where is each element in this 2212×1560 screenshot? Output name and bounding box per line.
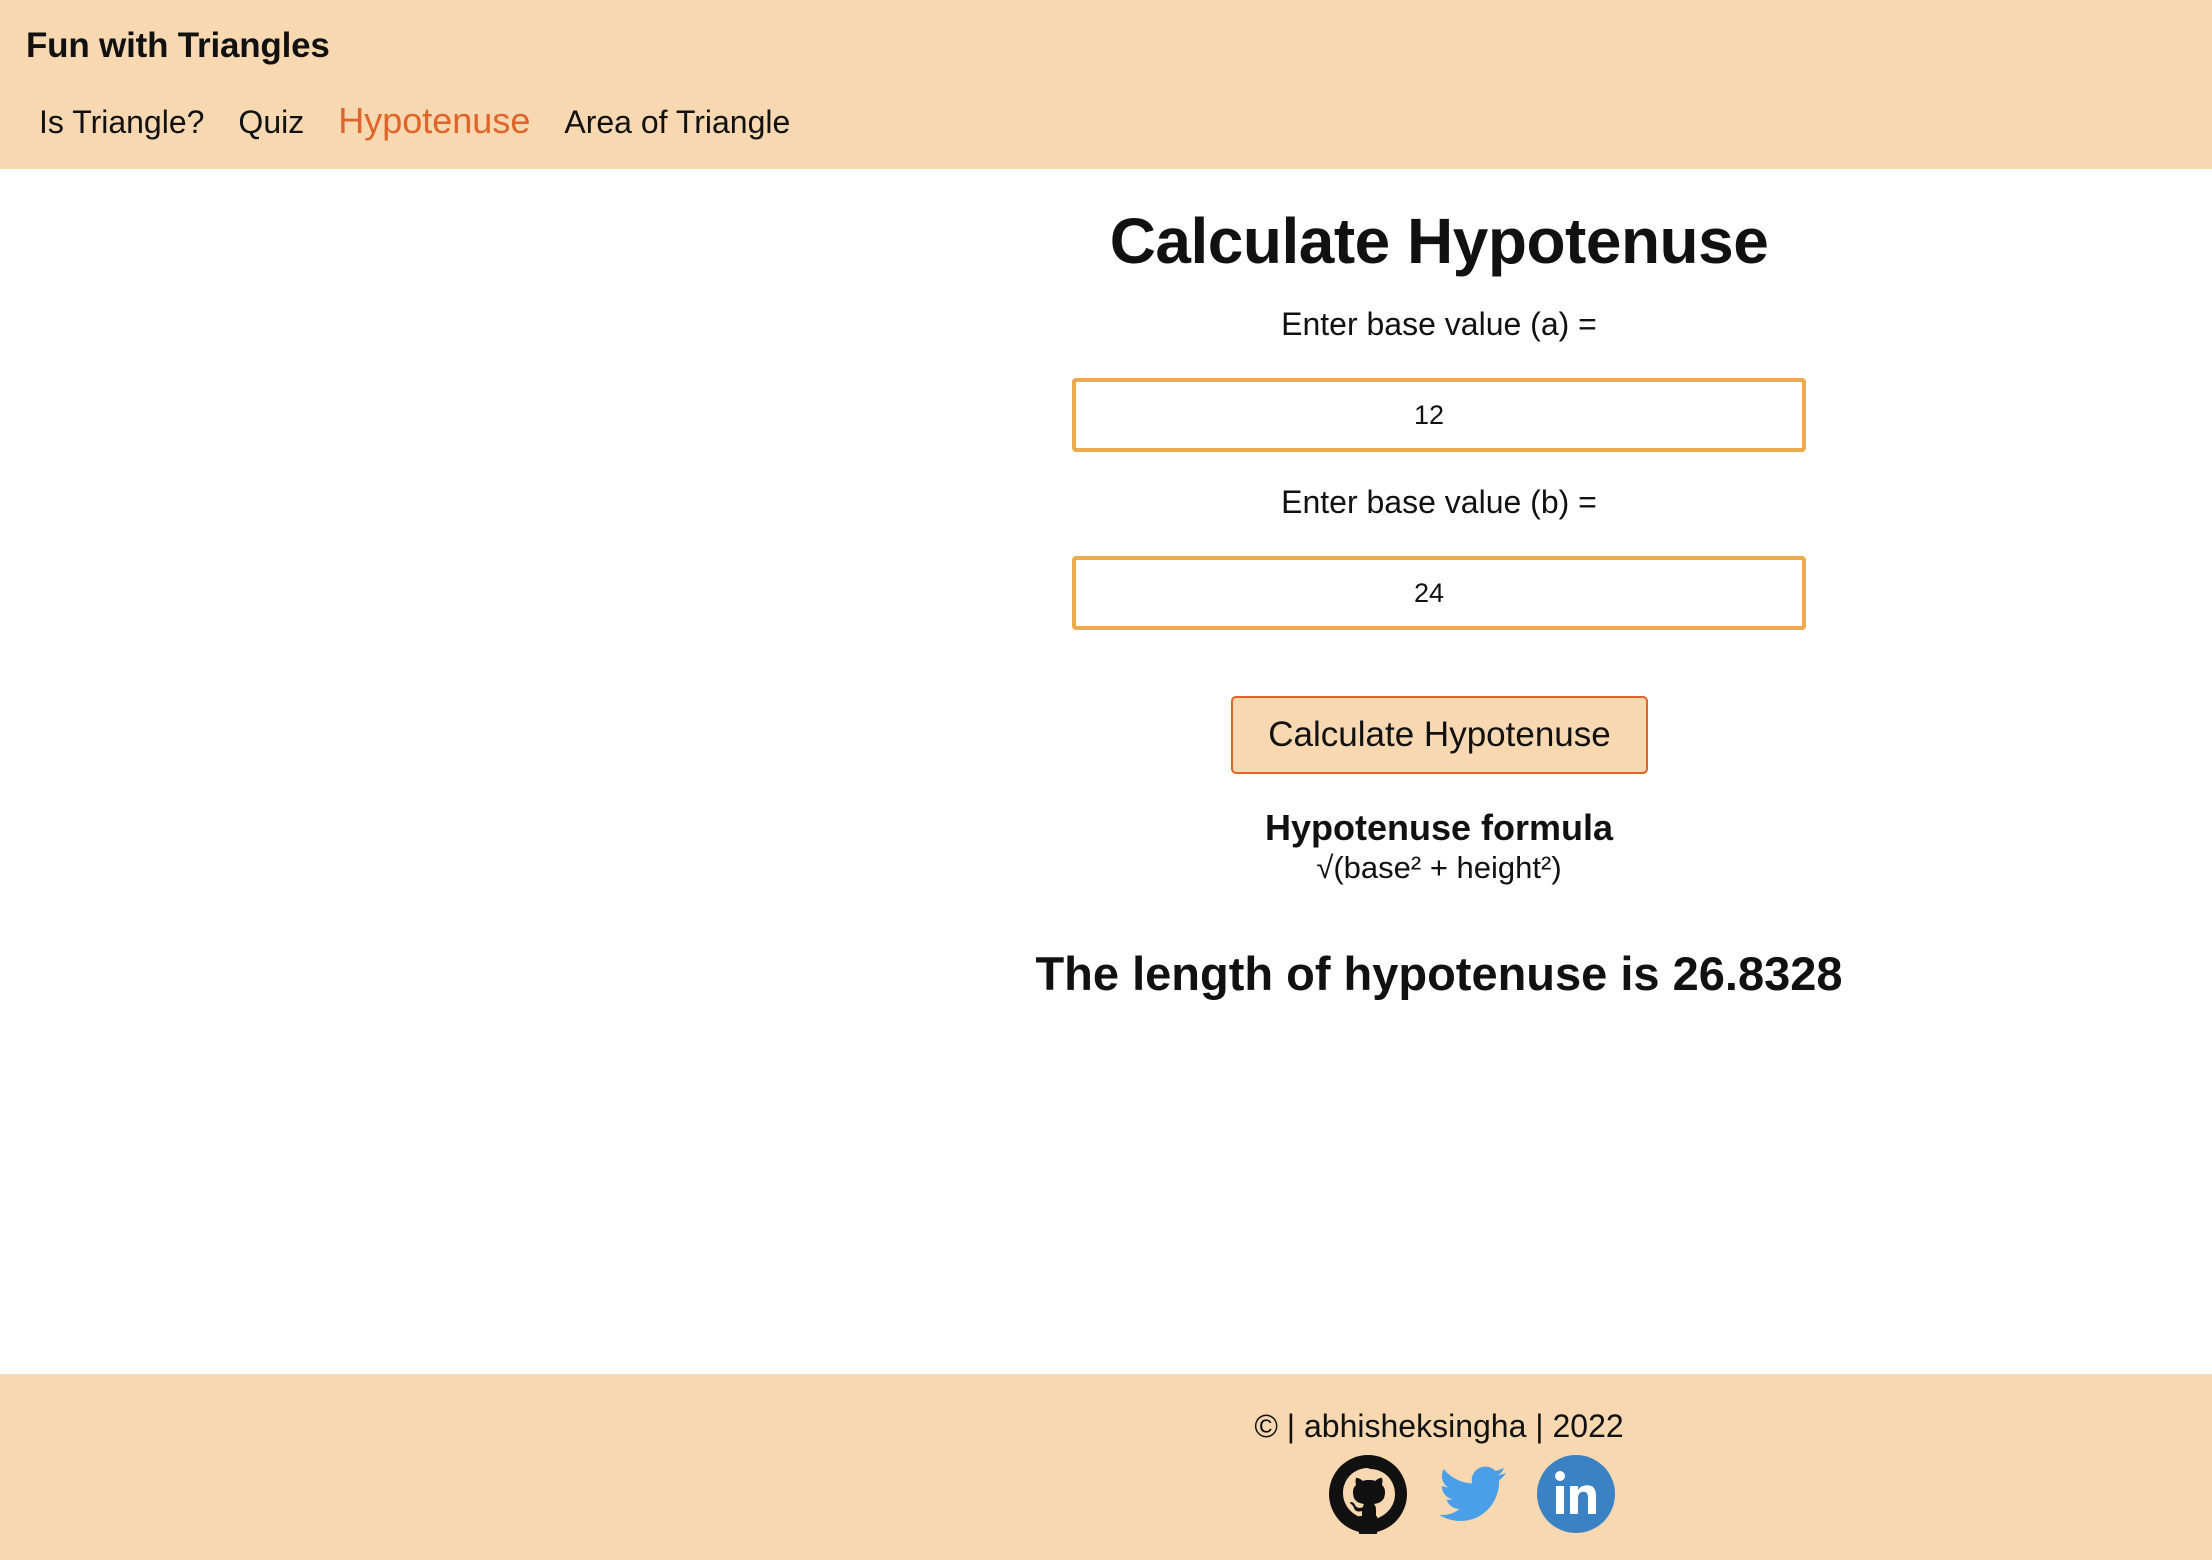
base-a-label: Enter base value (a) =	[1281, 306, 1597, 342]
base-b-input[interactable]	[1072, 556, 1806, 630]
linkedin-icon	[1537, 1455, 1615, 1533]
copyright-text: © | abhisheksingha | 2022	[1254, 1408, 1624, 1444]
nav-link-quiz[interactable]: Quiz	[238, 104, 304, 141]
github-link[interactable]	[1328, 1454, 1408, 1534]
formula-text: √(base² + height²)	[1316, 850, 1562, 885]
nav-link-area-of-triangle[interactable]: Area of Triangle	[564, 104, 790, 141]
base-b-label: Enter base value (b) =	[1281, 484, 1597, 520]
footer: © | abhisheksingha | 2022	[0, 1374, 2212, 1560]
page-title: Calculate Hypotenuse	[1109, 205, 1769, 277]
twitter-link[interactable]	[1432, 1454, 1512, 1534]
result-text: The length of hypotenuse is 26.8328	[1035, 947, 1843, 1000]
page: Fun with Triangles Is Triangle? Quiz Hyp…	[0, 0, 2212, 1560]
formula-title: Hypotenuse formula	[1264, 807, 1614, 848]
twitter-icon	[1439, 1466, 1506, 1521]
nav-link-is-triangle[interactable]: Is Triangle?	[39, 104, 204, 141]
main-content: Calculate Hypotenuse Enter base value (a…	[0, 169, 2212, 1374]
linkedin-link[interactable]	[1536, 1454, 1616, 1534]
nav-bar: Is Triangle? Quiz Hypotenuse Area of Tri…	[39, 100, 824, 142]
header: Fun with Triangles Is Triangle? Quiz Hyp…	[0, 0, 2212, 169]
nav-link-hypotenuse[interactable]: Hypotenuse	[338, 100, 530, 142]
github-icon	[1329, 1455, 1407, 1534]
calculate-hypotenuse-button[interactable]: Calculate Hypotenuse	[1231, 696, 1648, 774]
base-a-input[interactable]	[1072, 378, 1806, 452]
brand-title: Fun with Triangles	[26, 26, 330, 65]
social-links	[1328, 1454, 1640, 1534]
